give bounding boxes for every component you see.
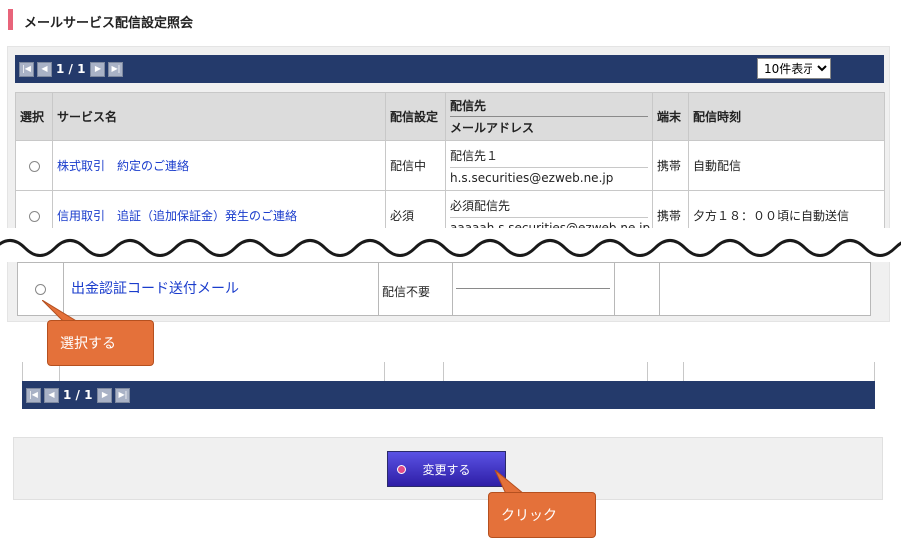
zoom-destination-cell [452, 263, 615, 315]
page-title: メールサービス配信設定照会 [24, 16, 194, 31]
zoom-select-radio[interactable] [35, 284, 46, 295]
header-destination: 配信先 メールアドレス [445, 92, 653, 141]
next-page-icon[interactable]: ▶ [90, 61, 106, 77]
service-table: 選択 サービス名 配信設定 配信先 メールアドレス 端末 配信時刻 株式取引 約… [15, 92, 885, 241]
select-radio[interactable] [28, 160, 40, 172]
column-line [683, 362, 684, 382]
first-page-icon[interactable]: |◀ [19, 61, 34, 77]
prev-page-icon[interactable]: ◀ [37, 61, 52, 77]
header-device: 端末 [652, 92, 689, 141]
last-page-icon[interactable]: ▶| [115, 387, 131, 403]
arrow-dot-icon [397, 465, 406, 474]
service-link[interactable]: 信用取引 追証（追加保証金）発生のご連絡 [57, 209, 297, 223]
change-button[interactable]: 変更する [387, 451, 506, 487]
header-destination-label: 配信先 [450, 99, 487, 113]
page-info: 1 / 1 [56, 62, 86, 76]
column-line [384, 362, 385, 382]
service-link[interactable]: 株式取引 約定のご連絡 [57, 159, 189, 173]
destination-cell: 配信先１ h.s.securities@ezweb.ne.jp [445, 140, 653, 191]
select-cell [15, 140, 53, 191]
column-line [647, 362, 648, 382]
zoom-device-cell [614, 263, 660, 315]
callout-select-text: 選択する [60, 336, 116, 352]
next-page-icon[interactable]: ▶ [97, 387, 113, 403]
title-accent-bar [8, 9, 13, 30]
cut-wave-divider [0, 228, 901, 262]
header-delivery-time: 配信時刻 [688, 92, 885, 141]
callout-click: クリック [488, 492, 596, 538]
per-page-select[interactable]: 10件表示 [757, 58, 831, 79]
destination-name: 必須配信先 [450, 198, 511, 213]
table-row: 株式取引 約定のご連絡 配信中 配信先１ h.s.securities@ezwe… [15, 140, 885, 191]
select-radio[interactable] [28, 210, 40, 222]
column-line [443, 362, 444, 382]
callout-click-text: クリック [501, 508, 557, 524]
column-line [874, 362, 875, 382]
pager-bottom: |◀ ◀ 1 / 1 ▶ ▶| [22, 381, 875, 409]
first-page-icon[interactable]: |◀ [26, 387, 41, 403]
zoom-destination-divider [456, 288, 610, 289]
zoomed-table-row: 出金認証コード送付メール 配信不要 [17, 262, 871, 316]
zoom-service-name-cell: 出金認証コード送付メール [63, 263, 379, 315]
header-service-name: サービス名 [52, 92, 386, 141]
header-email-label: メールアドレス [450, 116, 648, 136]
last-page-icon[interactable]: ▶| [108, 61, 124, 77]
header-delivery-setting: 配信設定 [385, 92, 446, 141]
callout-select: 選択する [47, 320, 154, 366]
zoom-delivery-setting-cell: 配信不要 [378, 263, 453, 315]
email-address: h.s.securities@ezweb.ne.jp [450, 166, 648, 188]
zoom-service-link[interactable]: 出金認証コード送付メール [71, 278, 239, 298]
pager-top: |◀ ◀ 1 / 1 ▶ ▶| [15, 55, 884, 83]
device-cell: 携帯 [652, 140, 689, 191]
delivery-setting-cell: 配信中 [385, 140, 446, 191]
header-select: 選択 [15, 92, 53, 141]
table-header-row: 選択 サービス名 配信設定 配信先 メールアドレス 端末 配信時刻 [15, 92, 885, 141]
service-name-cell: 株式取引 約定のご連絡 [52, 140, 386, 191]
delivery-time-cell: 自動配信 [688, 140, 885, 191]
page-info: 1 / 1 [63, 388, 93, 402]
column-line [22, 362, 23, 382]
prev-page-icon[interactable]: ◀ [44, 387, 59, 403]
change-button-label: 変更する [422, 462, 471, 477]
destination-name: 配信先１ [450, 148, 499, 163]
zoom-delivery-setting: 配信不要 [382, 285, 431, 299]
